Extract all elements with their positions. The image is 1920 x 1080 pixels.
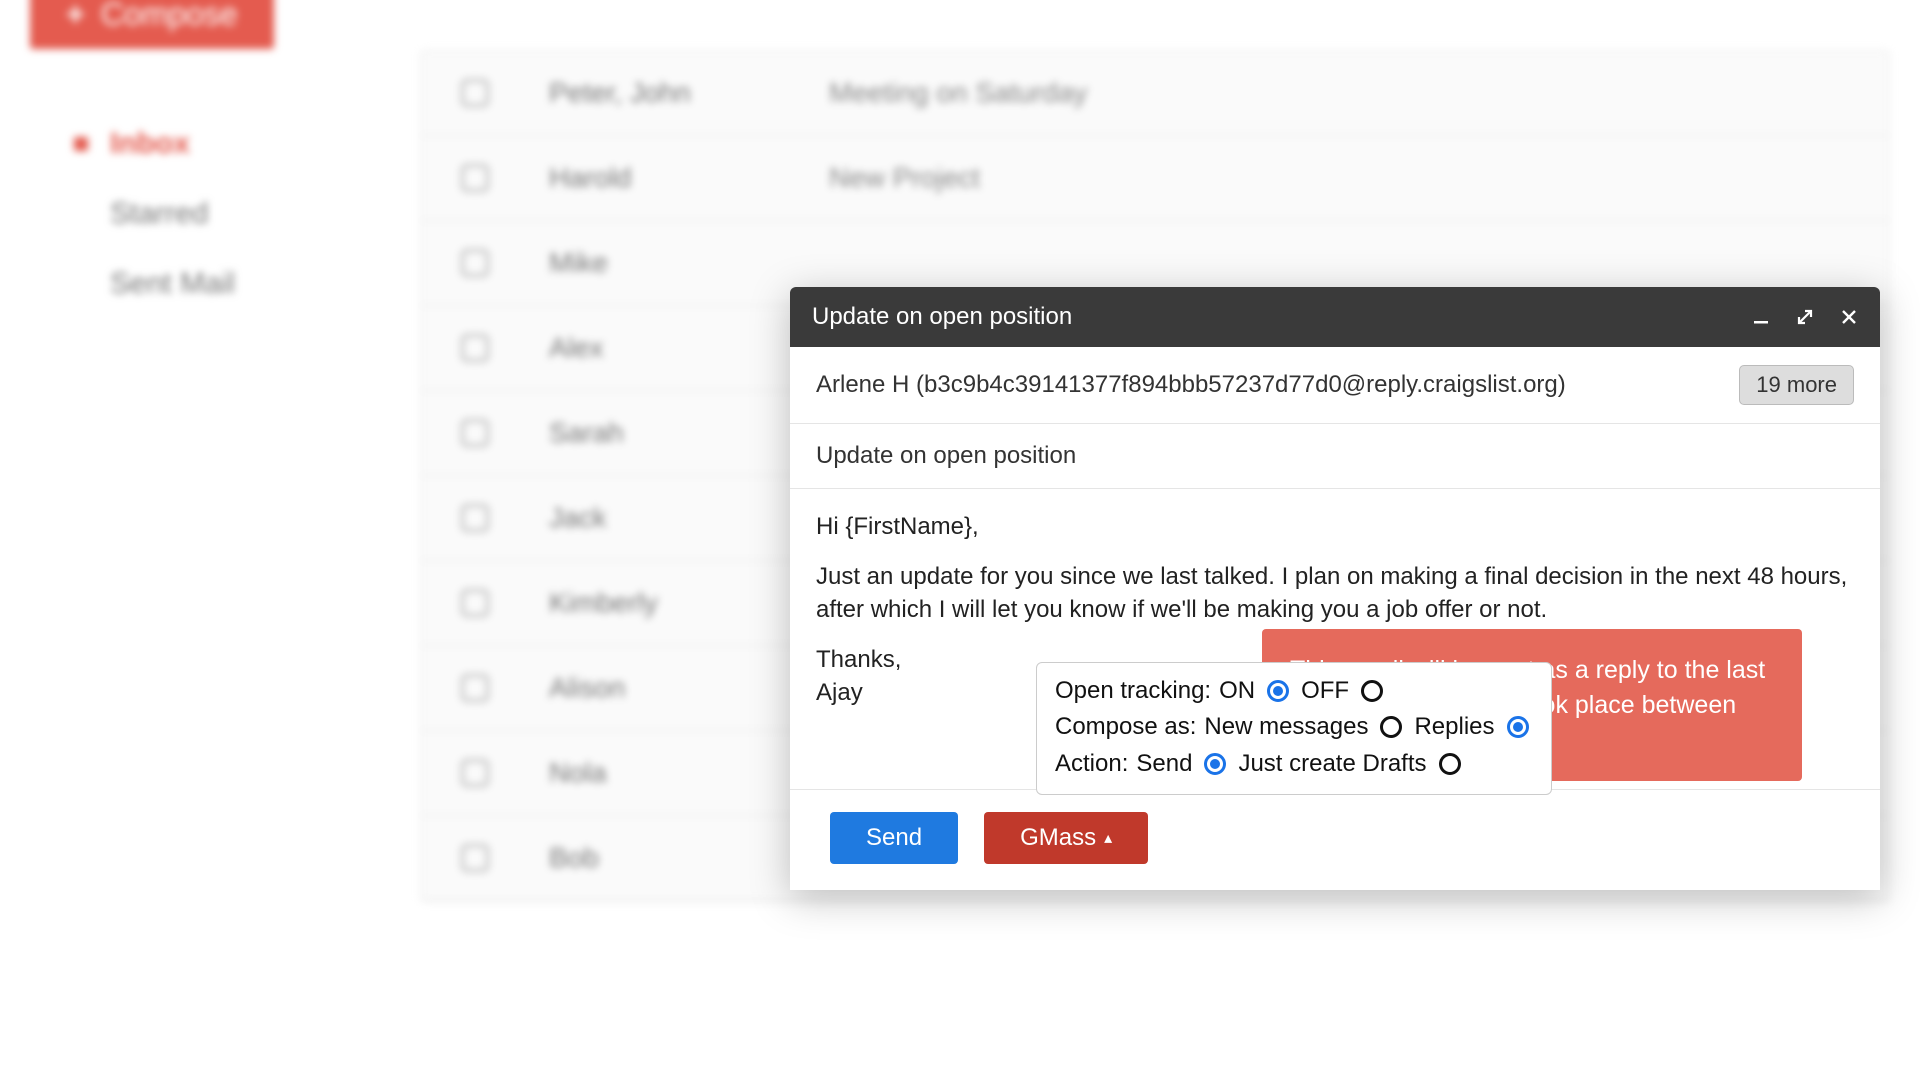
compose-label: Compose xyxy=(101,0,238,33)
compose-body: Arlene H (b3c9b4c39141377f894bbb57237d77… xyxy=(790,347,1880,789)
minimize-icon[interactable] xyxy=(1752,308,1770,326)
new-messages-label: New messages xyxy=(1204,711,1368,743)
message-body[interactable]: Hi {FirstName}, Just an update for you s… xyxy=(790,489,1880,789)
checkbox[interactable] xyxy=(461,419,489,447)
sidebar-item-inbox[interactable]: Inbox xyxy=(30,109,390,179)
compose-dialog: Update on open position Arlene H (b3c9b4… xyxy=(790,287,1880,890)
action-drafts-label: Just create Drafts xyxy=(1238,748,1426,780)
recipient-text: Arlene H (b3c9b4c39141377f894bbb57237d77… xyxy=(816,371,1723,399)
radio-compose-new[interactable] xyxy=(1380,716,1402,738)
gmass-button[interactable]: GMass ▴ xyxy=(984,812,1148,864)
expand-icon[interactable] xyxy=(1796,308,1814,326)
body-greeting: Hi {FirstName}, xyxy=(816,511,1854,543)
sidebar-item-label: Sent Mail xyxy=(110,267,235,300)
off-label: OFF xyxy=(1301,675,1349,707)
body-signature: Ajay xyxy=(816,679,863,706)
send-button[interactable]: Send xyxy=(830,812,958,864)
close-icon[interactable] xyxy=(1840,308,1858,326)
action-send-label: Send xyxy=(1136,748,1192,780)
mail-sender: Alex xyxy=(549,332,769,364)
mail-sender: Nola xyxy=(549,757,769,789)
mail-sender: Harold xyxy=(549,162,769,194)
mail-sender: Kimberly xyxy=(549,587,769,619)
mail-sender: Peter, John xyxy=(549,77,769,109)
sidebar-item-label: Inbox xyxy=(110,127,190,160)
mail-sender: Sarah xyxy=(549,417,769,449)
mail-sender: Jack xyxy=(549,502,769,534)
radio-open-tracking-on[interactable] xyxy=(1267,680,1289,702)
more-recipients-chip[interactable]: 19 more xyxy=(1739,365,1854,405)
mail-sender: Mike xyxy=(549,247,769,279)
option-compose-as: Compose as: New messages Replies xyxy=(1055,709,1533,745)
checkbox[interactable] xyxy=(461,674,489,702)
mail-row[interactable]: Peter, John Meeting on Saturday xyxy=(421,51,1889,136)
plus-icon: + xyxy=(66,0,85,33)
replies-label: Replies xyxy=(1414,711,1494,743)
compose-as-label: Compose as: xyxy=(1055,711,1196,743)
checkbox[interactable] xyxy=(461,844,489,872)
action-label: Action: xyxy=(1055,748,1128,780)
checkbox[interactable] xyxy=(461,504,489,532)
checkbox[interactable] xyxy=(461,249,489,277)
radio-action-drafts[interactable] xyxy=(1439,753,1461,775)
radio-open-tracking-off[interactable] xyxy=(1361,680,1383,702)
sidebar-item-sent-mail[interactable]: Sent Mail xyxy=(30,249,390,319)
subject-row[interactable]: Update on open position xyxy=(790,424,1880,489)
sidebar: + Compose Inbox Starred Sent Mail xyxy=(30,0,390,319)
checkbox[interactable] xyxy=(461,164,489,192)
sidebar-item-label: Starred xyxy=(110,197,208,230)
compose-button[interactable]: + Compose xyxy=(30,0,274,49)
send-button-label: Send xyxy=(866,824,922,852)
compose-footer: Send GMass ▴ xyxy=(790,789,1880,890)
checkbox[interactable] xyxy=(461,759,489,787)
on-label: ON xyxy=(1219,675,1255,707)
mail-row[interactable]: Harold New Project xyxy=(421,136,1889,221)
mail-sender: Alison xyxy=(549,672,769,704)
compose-title: Update on open position xyxy=(812,303,1726,331)
body-paragraph: Just an update for you since we last tal… xyxy=(816,561,1854,626)
subject-text: Update on open position xyxy=(816,442,1076,470)
compose-header: Update on open position xyxy=(790,287,1880,347)
mail-sender: Bob xyxy=(549,842,769,874)
gmass-button-label: GMass xyxy=(1020,824,1096,852)
checkbox[interactable] xyxy=(461,334,489,362)
recipients-row[interactable]: Arlene H (b3c9b4c39141377f894bbb57237d77… xyxy=(790,347,1880,424)
checkbox[interactable] xyxy=(461,79,489,107)
option-action: Action: Send Just create Drafts xyxy=(1055,746,1533,782)
mail-subject: New Project xyxy=(829,162,980,194)
radio-action-send[interactable] xyxy=(1204,753,1226,775)
option-open-tracking: Open tracking: ON OFF xyxy=(1055,673,1533,709)
mail-subject: Meeting on Saturday xyxy=(829,77,1087,109)
checkbox[interactable] xyxy=(461,589,489,617)
gmass-options-panel: Open tracking: ON OFF Compose as: New me… xyxy=(1036,662,1552,795)
radio-compose-replies[interactable] xyxy=(1507,716,1529,738)
caret-up-icon: ▴ xyxy=(1104,828,1112,848)
body-thanks: Thanks, xyxy=(816,646,901,673)
open-tracking-label: Open tracking: xyxy=(1055,675,1211,707)
sidebar-item-starred[interactable]: Starred xyxy=(30,179,390,249)
